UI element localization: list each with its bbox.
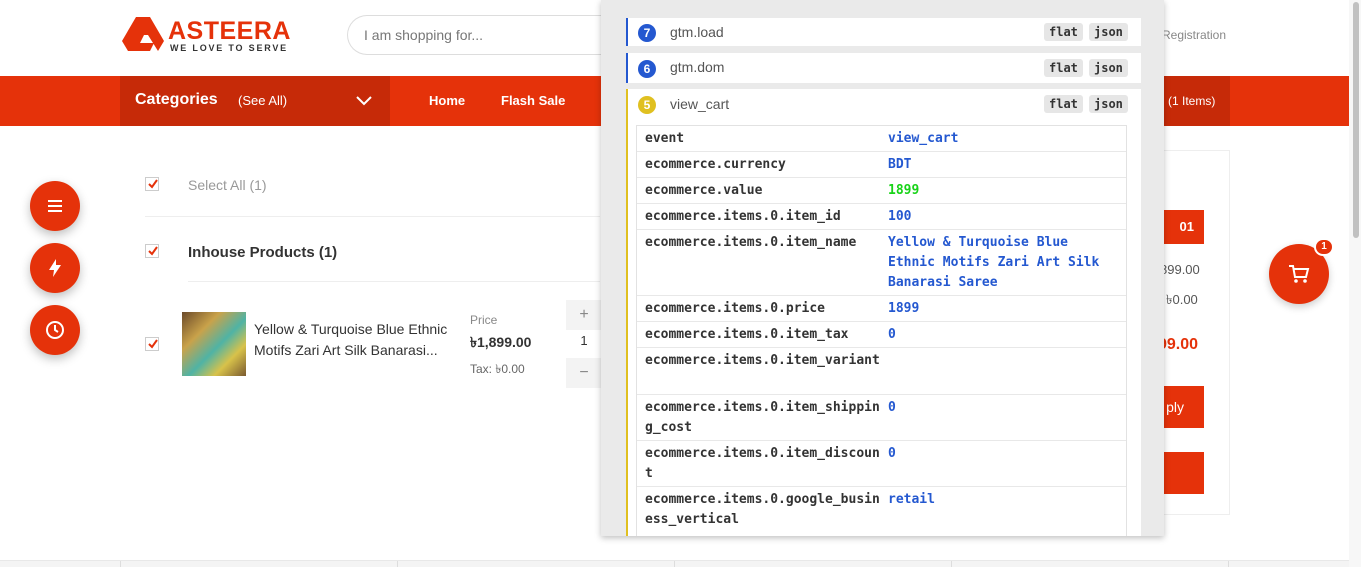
history-fab-button[interactable] — [30, 305, 80, 355]
row-key: ecommerce.value — [645, 183, 763, 198]
json-toggle[interactable]: json — [1089, 95, 1128, 113]
json-toggle[interactable]: json — [1089, 59, 1128, 77]
event-number-badge: 6 — [638, 60, 656, 78]
row-key: ecommerce.items.0.item_id — [645, 209, 841, 224]
logo-tagline: WE LOVE TO SERVE — [170, 43, 288, 53]
product-tax: Tax: ৳0.00 — [470, 362, 525, 376]
checkmark-icon — [148, 339, 158, 349]
row-key: ecommerce.items.0.price — [645, 301, 826, 316]
event-number-badge: 5 — [638, 96, 656, 114]
row-value[interactable]: retail — [888, 490, 1120, 510]
event-number-badge: 7 — [638, 24, 656, 42]
price-label: Price — [470, 313, 498, 327]
registration-link[interactable]: Registration — [1162, 28, 1226, 42]
row-key: ecommerce.items.0.item_discount — [645, 446, 880, 481]
quantity-plus-button[interactable]: + — [566, 300, 602, 330]
inhouse-checkbox[interactable] — [145, 244, 159, 258]
footer-strip — [0, 560, 1349, 567]
table-row: event view_cart — [637, 126, 1126, 152]
table-row: ecommerce.items.0.price 1899 — [637, 296, 1126, 322]
row-value[interactable]: BDT — [888, 155, 1120, 175]
summary-tax: ৳0.00 — [1166, 292, 1198, 307]
table-row: ecommerce.items.0.item_id 100 — [637, 204, 1126, 230]
summary-subtotal: 899.00 — [1160, 262, 1200, 277]
quantity-value[interactable]: 1 — [566, 333, 602, 348]
row-value[interactable]: 0 — [888, 444, 1120, 464]
product-image[interactable] — [182, 312, 246, 376]
event-name: gtm.load — [670, 24, 724, 40]
row-key: ecommerce.items.0.google_business_vertic… — [645, 492, 880, 527]
product-checkbox[interactable] — [145, 337, 159, 351]
lightning-icon — [49, 259, 61, 277]
product-name[interactable]: Yellow & Turquoise Blue Ethnic Motifs Za… — [254, 319, 459, 361]
row-value[interactable]: view_cart — [888, 129, 1120, 149]
table-row: ecommerce.items.0.item_variant — [637, 348, 1126, 395]
flat-toggle[interactable]: flat — [1044, 95, 1083, 113]
logo-mark-icon — [122, 17, 164, 51]
chevron-down-icon — [356, 96, 372, 106]
row-key: ecommerce.items.0.item_name — [645, 235, 857, 250]
table-row: ecommerce.items.0.item_shipping_cost 0 — [637, 395, 1126, 441]
row-key: event — [645, 131, 685, 146]
product-price: ৳1,899.00 — [470, 334, 532, 350]
select-all-label: Select All (1) — [188, 177, 267, 193]
flat-toggle[interactable]: flat — [1044, 59, 1083, 77]
categories-menu[interactable]: Categories (See All) — [120, 76, 390, 126]
menu-fab-button[interactable] — [30, 181, 80, 231]
gtm-event-gtm-dom[interactable]: 6 gtm.dom flat json — [626, 53, 1141, 83]
scrollbar-thumb[interactable] — [1353, 2, 1359, 238]
categories-label: Categories — [135, 91, 218, 108]
clock-icon — [46, 321, 64, 339]
table-row: ecommerce.items.0.item_name Yellow & Tur… — [637, 230, 1126, 296]
table-row: ecommerce.value 1899 — [637, 178, 1126, 204]
row-value[interactable]: 100 — [888, 207, 1120, 227]
cart-count-badge: 1 — [1314, 238, 1334, 256]
event-name: gtm.dom — [670, 59, 725, 75]
flash-fab-button[interactable] — [30, 243, 80, 293]
checkmark-icon — [148, 179, 158, 189]
menu-icon — [48, 200, 62, 212]
section-title: Inhouse Products (1) — [188, 244, 338, 261]
row-key: ecommerce.items.0.item_variant — [645, 353, 880, 368]
select-all-checkbox[interactable] — [145, 177, 159, 191]
table-row: ecommerce.items.0.item_tax 0 — [637, 322, 1126, 348]
summary-total: 99.00 — [1158, 336, 1199, 353]
row-value[interactable]: 1899 — [888, 181, 1120, 201]
row-key: ecommerce.items.0.item_shipping_cost — [645, 400, 880, 435]
table-row: ecommerce.currency BDT — [637, 152, 1126, 178]
gtm-debug-panel: 7 gtm.load flat json 6 gtm.dom flat json… — [601, 0, 1164, 536]
row-value[interactable]: Yellow & Turquoise Blue Ethnic Motifs Za… — [888, 233, 1120, 293]
quantity-minus-button[interactable]: − — [566, 358, 602, 388]
row-key: ecommerce.currency — [645, 157, 786, 172]
logo-name: ASTEERA — [168, 17, 291, 45]
see-all-link[interactable]: (See All) — [238, 93, 287, 108]
search-input[interactable]: I am shopping for... — [347, 15, 627, 55]
quantity-stepper: + 1 − — [566, 300, 602, 388]
nav-home-link[interactable]: Home — [429, 93, 465, 108]
checkmark-icon — [148, 246, 158, 256]
row-value[interactable]: 1899 — [888, 299, 1120, 319]
row-value[interactable]: 0 — [888, 325, 1120, 345]
summary-count-badge: 01 — [1163, 210, 1204, 244]
table-row: ecommerce.items.0.google_business_vertic… — [637, 487, 1126, 536]
json-toggle[interactable]: json — [1089, 23, 1128, 41]
row-value[interactable]: 0 — [888, 398, 1120, 418]
event-name: view_cart — [670, 96, 730, 112]
site-logo[interactable]: ASTEERA WE LOVE TO SERVE — [122, 17, 292, 57]
nav-flash-sale-link[interactable]: Flash Sale — [501, 93, 565, 108]
datalayer-table: event view_cart ecommerce.currency BDT e… — [636, 125, 1127, 536]
cart-icon — [1289, 265, 1310, 283]
table-row: ecommerce.items.0.item_discount 0 — [637, 441, 1126, 487]
gtm-event-gtm-load[interactable]: 7 gtm.load flat json — [626, 18, 1141, 46]
divider — [145, 216, 600, 217]
divider — [188, 281, 600, 282]
flat-toggle[interactable]: flat — [1044, 23, 1083, 41]
row-key: ecommerce.items.0.item_tax — [645, 327, 849, 342]
